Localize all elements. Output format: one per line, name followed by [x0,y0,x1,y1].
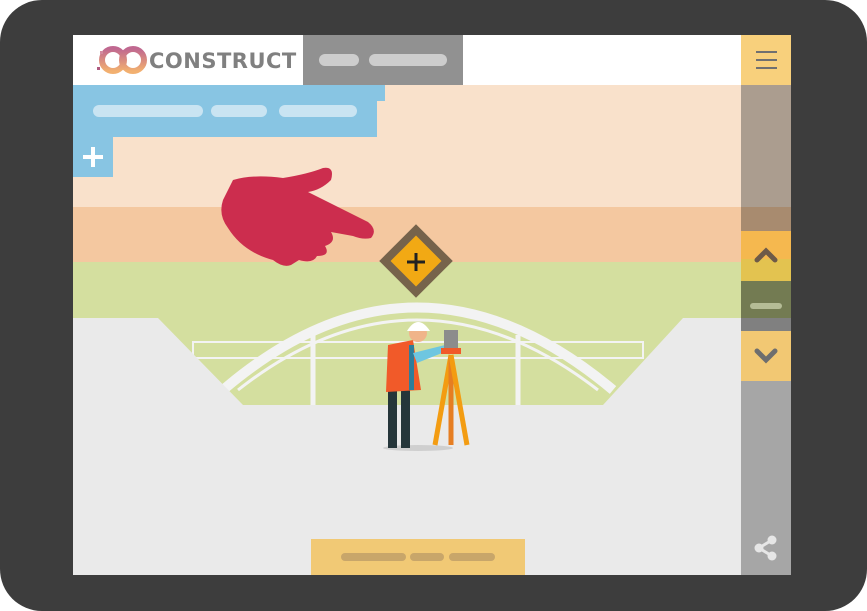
drag-handle-icon [750,303,782,309]
header-tab-placeholder[interactable] [319,54,359,66]
scroll-up-button[interactable] [741,231,791,281]
tablet-frame: CONSTRUCT [0,0,867,611]
plus-icon [83,147,103,167]
chevron-down-icon [754,348,778,364]
header-tab-group[interactable] [303,35,463,85]
logo-text: CONSTRUCT [149,49,297,73]
drag-handle[interactable] [741,281,791,318]
menu-button[interactable] [741,35,791,85]
hamburger-icon [756,51,777,69]
info-panel [73,101,377,137]
header-bar: CONSTRUCT [73,35,741,85]
right-sidebar [741,85,791,575]
pointing-hand-icon [221,167,374,266]
header-tab-placeholder[interactable] [369,54,447,66]
sidebar-overlay [741,85,791,207]
sidebar-overlay [741,207,791,231]
share-icon[interactable] [754,535,778,561]
app-screen: CONSTRUCT [73,35,791,575]
bottom-text-placeholder [410,553,444,561]
chevron-up-icon [754,247,778,263]
bottom-text-placeholder [449,553,495,561]
bottom-action-bar[interactable] [311,539,525,575]
logo-mark [97,46,147,74]
scroll-down-button[interactable] [741,331,791,381]
marker-plus-icon [407,253,425,271]
sidebar-divider [741,318,791,331]
info-panel-top [73,85,385,101]
panel-text-placeholder [279,105,357,117]
panel-text-placeholder [211,105,267,117]
add-button[interactable] [73,137,113,177]
panel-text-placeholder [93,105,203,117]
bottom-text-placeholder [341,553,406,561]
